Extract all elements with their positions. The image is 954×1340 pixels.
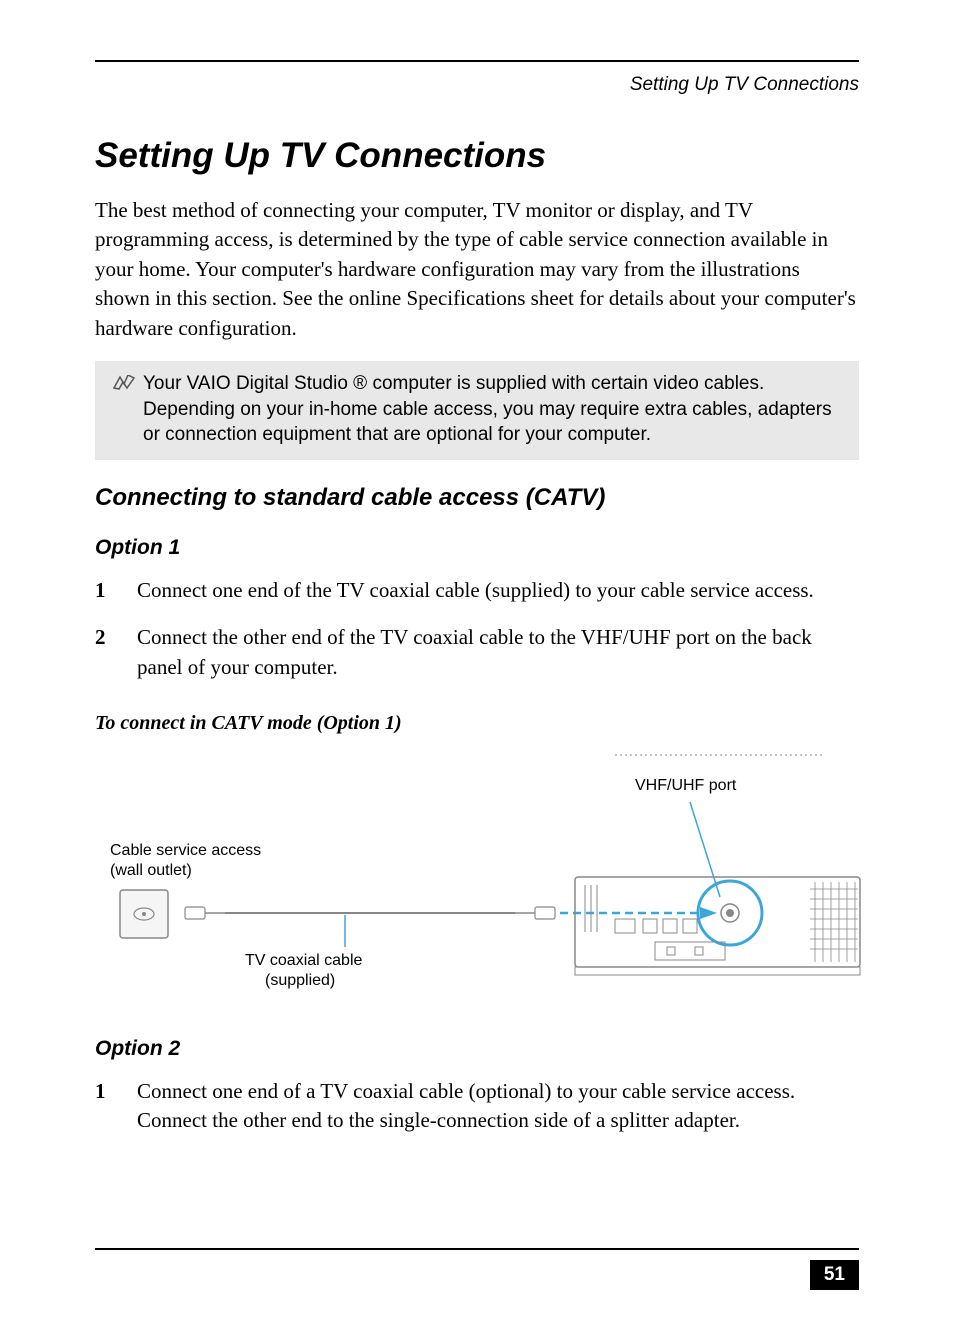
note-icon [113,373,135,399]
coax-label-1: TV coaxial cable [245,952,362,970]
list-item: 1 Connect one end of a TV coaxial cable … [95,1077,859,1136]
step-number: 1 [95,1077,113,1136]
diagram-svg [95,747,865,1007]
page-number: 51 [810,1260,859,1290]
option1-steps: 1 Connect one end of the TV coaxial cabl… [95,576,859,682]
step-number: 2 [95,623,113,682]
connection-diagram: VHF/UHF port Cable service access (wall … [95,747,859,1007]
step-number: 1 [95,576,113,605]
option2-steps: 1 Connect one end of a TV coaxial cable … [95,1077,859,1136]
footer-rule [95,1248,859,1250]
cable-access-label-2: (wall outlet) [110,862,192,880]
header-rule [95,60,859,62]
section-heading: Connecting to standard cable access (CAT… [95,484,859,512]
coax-label-2: (supplied) [265,972,335,990]
page-footer: 51 [95,1248,859,1290]
page-title: Setting Up TV Connections [95,136,859,176]
running-header: Setting Up TV Connections [95,74,859,96]
note-text: Your VAIO Digital Studio ® computer is s… [143,371,841,448]
cable-access-label-1: Cable service access [110,842,261,860]
diagram-caption: To connect in CATV mode (Option 1) [95,712,859,735]
option1-heading: Option 1 [95,536,859,560]
list-item: 1 Connect one end of the TV coaxial cabl… [95,576,859,605]
note-callout: Your VAIO Digital Studio ® computer is s… [95,361,859,460]
list-item: 2 Connect the other end of the TV coaxia… [95,623,859,682]
intro-paragraph: The best method of connecting your compu… [95,196,859,343]
vhf-port-label: VHF/UHF port [635,777,736,795]
step-text: Connect the other end of the TV coaxial … [137,623,859,682]
step-text: Connect one end of a TV coaxial cable (o… [137,1077,859,1136]
option2-heading: Option 2 [95,1037,859,1061]
step-text: Connect one end of the TV coaxial cable … [137,576,814,605]
